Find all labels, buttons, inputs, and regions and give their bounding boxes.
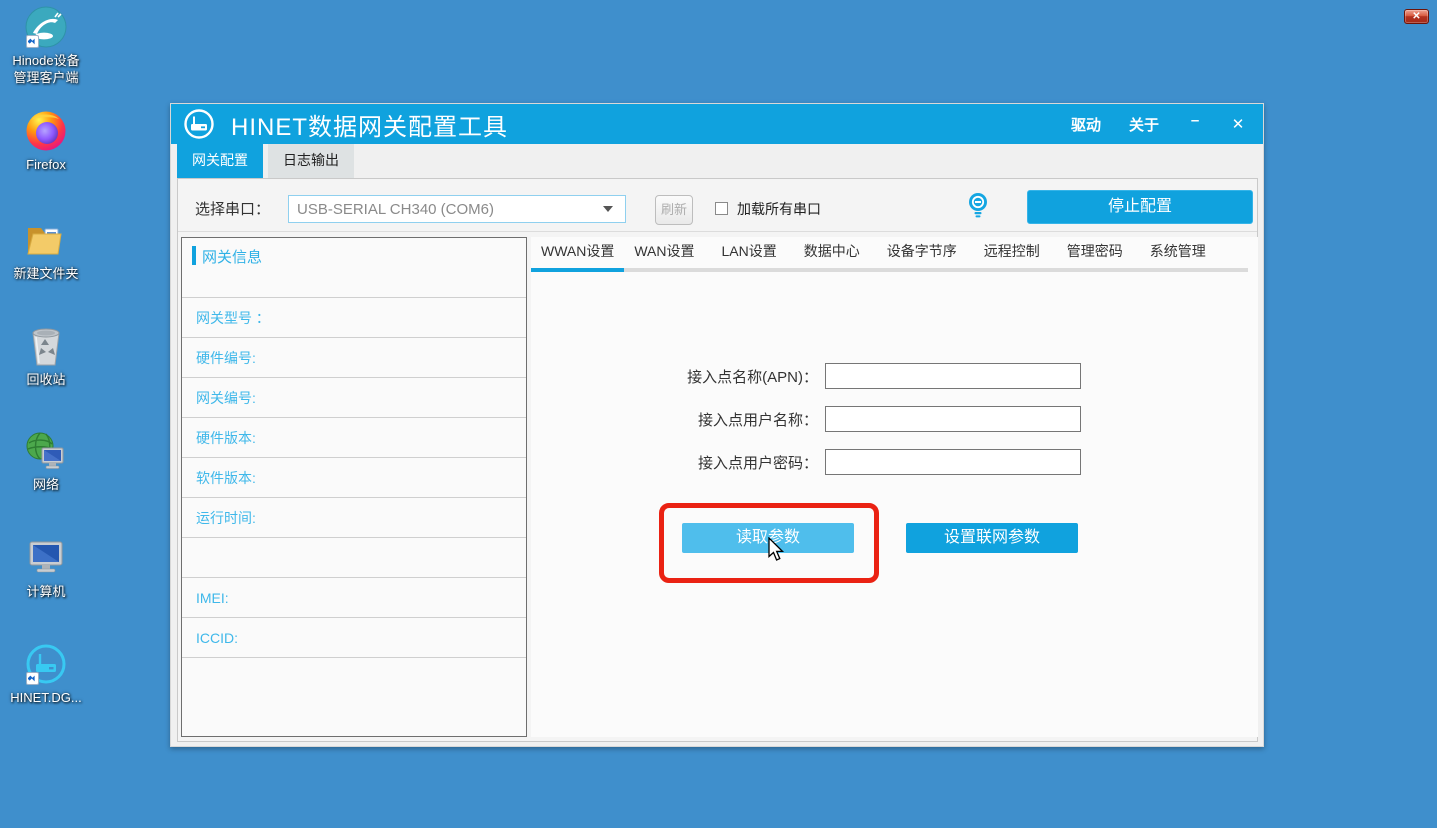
settings-tab-3[interactable]: 数据中心	[794, 237, 870, 272]
wwan-form-fields: 接入点名称(APN)： 接入点用户名称： 接入点用户密码：	[531, 363, 1258, 492]
settings-tabs: WWAN设置WAN设置LAN设置数据中心设备字节序远程控制管理密码系统管理	[531, 237, 1258, 272]
gateway-info-title: 网关信息	[202, 246, 262, 267]
stop-config-button[interactable]: 停止配置	[1027, 190, 1253, 224]
tab-gateway-config[interactable]: 网关配置	[177, 144, 263, 178]
gateway-info-row: 网关型号 ：	[182, 297, 526, 337]
settings-tab-0[interactable]: WWAN设置	[531, 237, 624, 272]
desktop-icon-hinode-client[interactable]: Hinode设备 管理客户端	[0, 6, 92, 86]
window-title: HINET数据网关配置工具	[231, 107, 508, 142]
desktop-icon-label: 计算机	[26, 583, 65, 600]
gateway-info-row-label: 软件版本:	[196, 468, 256, 488]
desktop-icon-label: 网络	[33, 476, 59, 493]
gateway-info-header: 网关信息	[182, 238, 526, 297]
desktop-icon-firefox[interactable]: Firefox	[0, 110, 92, 173]
computer-icon	[25, 537, 67, 579]
accent-bar	[192, 246, 196, 265]
desktop-icon-new-folder[interactable]: 新建文件夹	[0, 219, 92, 282]
main-tabs: 网关配置 日志输出	[177, 144, 354, 178]
form-row: 接入点用户名称：	[531, 406, 1258, 432]
port-row: 选择串口： USB-SERIAL CH340 (COM6) 刷新 加载所有串口 …	[178, 179, 1257, 232]
settings-tab-6[interactable]: 管理密码	[1057, 237, 1133, 272]
port-select-label: 选择串口：	[195, 198, 270, 219]
gateway-info-row: 硬件版本:	[182, 417, 526, 457]
gateway-info-row: 网关编号:	[182, 377, 526, 417]
desktop-icon-label: Hinode设备 管理客户端	[12, 52, 79, 86]
gateway-info-row-label: ICCID:	[196, 630, 238, 646]
about-button[interactable]: 关于	[1129, 114, 1159, 135]
settings-tab-7[interactable]: 系统管理	[1140, 237, 1216, 272]
desktop-icon-label: 回收站	[26, 371, 65, 388]
gateway-info-row: 软件版本:	[182, 457, 526, 497]
gateway-info-row: ICCID:	[182, 617, 526, 657]
remote-close-button[interactable]: ✕	[1404, 9, 1429, 24]
gateway-info-row	[182, 657, 526, 736]
port-select-dropdown[interactable]: USB-SERIAL CH340 (COM6)	[288, 195, 626, 223]
gateway-info-row-label: 硬件编号:	[196, 348, 256, 368]
gateway-info-row-label: 运行时间:	[196, 508, 256, 528]
form-field-input[interactable]	[825, 449, 1081, 475]
refresh-button[interactable]: 刷新	[655, 195, 693, 225]
gateway-info-row-label: 网关编号:	[196, 388, 256, 408]
app-window: HINET数据网关配置工具 驱动 关于 – ✕ 网关配置 日志输出 选择串口： …	[170, 103, 1264, 747]
set-network-params-button[interactable]: 设置联网参数	[906, 523, 1078, 553]
shortcut-arrow-icon	[26, 672, 39, 685]
settings-tab-1[interactable]: WAN设置	[624, 237, 704, 272]
read-params-button[interactable]: 读取参数	[682, 523, 854, 553]
form-row: 接入点用户密码：	[531, 449, 1258, 475]
gateway-info-row-label: 硬件版本:	[196, 428, 256, 448]
window-content: 选择串口： USB-SERIAL CH340 (COM6) 刷新 加载所有串口 …	[177, 178, 1258, 742]
desktop-icon-label: Firefox	[26, 156, 66, 173]
settings-panel: WWAN设置WAN设置LAN设置数据中心设备字节序远程控制管理密码系统管理 接入…	[531, 237, 1258, 737]
firefox-icon	[25, 110, 67, 152]
settings-tab-4[interactable]: 设备字节序	[877, 237, 967, 272]
recycle-bin-icon	[25, 325, 67, 367]
desktop-icon-computer[interactable]: 计算机	[0, 537, 92, 600]
form-row: 接入点名称(APN)：	[531, 363, 1258, 389]
form-field-input[interactable]	[825, 363, 1081, 389]
shortcut-arrow-icon	[26, 35, 39, 48]
hinode-client-icon	[25, 6, 67, 48]
desktop-icon-label: 新建文件夹	[13, 265, 78, 282]
gateway-info-row	[182, 537, 526, 577]
network-icon	[25, 430, 67, 472]
load-all-ports-checkbox[interactable]	[715, 202, 728, 215]
hinet-dg-icon	[25, 643, 67, 685]
folder-icon	[25, 219, 67, 261]
load-all-ports-label: 加载所有串口	[737, 199, 821, 219]
app-router-icon	[183, 108, 215, 140]
minimize-button[interactable]: –	[1187, 112, 1203, 129]
gateway-info-row: 运行时间:	[182, 497, 526, 537]
desktop-icon-recycle-bin[interactable]: 回收站	[0, 325, 92, 388]
settings-tab-2[interactable]: LAN设置	[712, 237, 787, 272]
form-field-label: 接入点用户密码：	[531, 452, 818, 473]
form-field-input[interactable]	[825, 406, 1081, 432]
chevron-down-icon	[603, 206, 613, 212]
bulb-status-icon	[967, 192, 989, 220]
desktop-icon-network[interactable]: 网络	[0, 430, 92, 493]
form-field-label: 接入点名称(APN)：	[531, 366, 818, 387]
gateway-info-row: 硬件编号:	[182, 337, 526, 377]
settings-tab-5[interactable]: 远程控制	[974, 237, 1050, 272]
desktop: { "desktop": { "icons": [ { "label_line1…	[0, 0, 1437, 828]
gateway-info-rows: 网关型号 ： 硬件编号: 网关编号: 硬件版本: 软件版本: 运行时间: IMEI: ICCI…	[182, 297, 526, 736]
gateway-info-panel: 网关信息 网关型号 ： 硬件编号: 网关编号: 硬件版本: 软件版本: 运行时间: IMEI…	[181, 237, 527, 737]
desktop-icon-label: HINET.DG...	[10, 689, 82, 706]
close-button[interactable]: ✕	[1229, 115, 1247, 133]
port-select-value: USB-SERIAL CH340 (COM6)	[297, 201, 494, 218]
gateway-info-row: IMEI:	[182, 577, 526, 617]
tab-log-output[interactable]: 日志输出	[268, 144, 354, 178]
form-field-label: 接入点用户名称：	[531, 409, 818, 430]
desktop-icon-hinet-dg[interactable]: HINET.DG...	[0, 643, 92, 706]
titlebar: HINET数据网关配置工具 驱动 关于 – ✕	[171, 104, 1263, 144]
gateway-info-row-label: 网关型号 ：	[196, 308, 270, 328]
gateway-info-row-label: IMEI:	[196, 590, 229, 606]
driver-button[interactable]: 驱动	[1071, 114, 1101, 135]
